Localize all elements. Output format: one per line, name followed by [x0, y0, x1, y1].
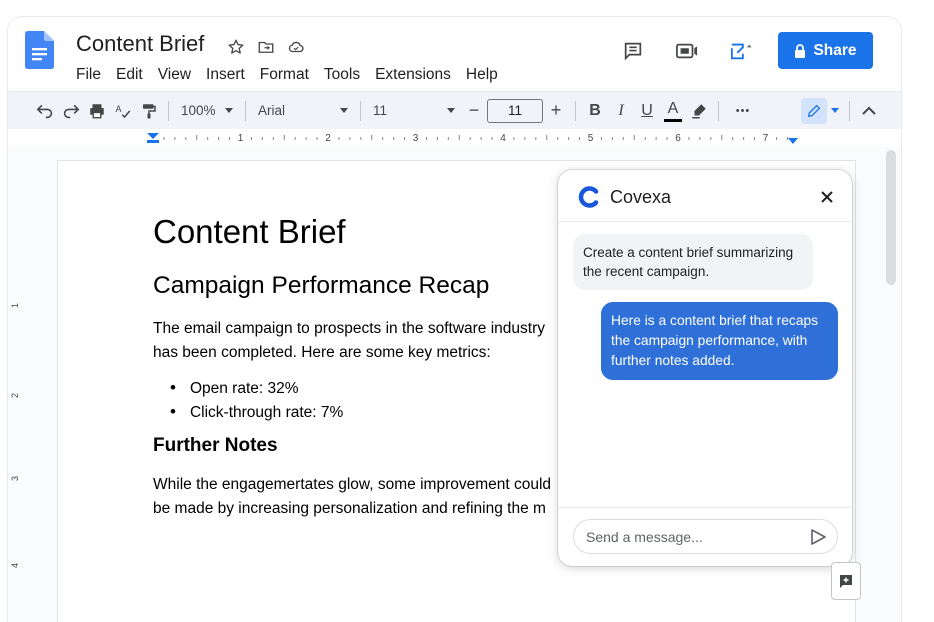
move-folder-icon[interactable] [255, 36, 277, 58]
star-icon[interactable] [225, 36, 247, 58]
chevron-down-icon [225, 108, 233, 113]
ruler-number: 3 [413, 133, 419, 144]
vertical-ruler[interactable]: 2 3 4 1 [8, 147, 26, 622]
decrease-font-size-button[interactable]: − [461, 98, 487, 124]
assistant-message: Here is a content brief that recaps the … [601, 302, 838, 380]
app-header: Content Brief File Edit View Insert Form… [8, 17, 901, 91]
menu-file[interactable]: File [76, 66, 101, 84]
font-size-input[interactable]: 11 [487, 98, 543, 123]
send-icon[interactable] [809, 528, 827, 546]
document-title[interactable]: Content Brief [76, 31, 204, 57]
add-comment-icon [840, 575, 852, 588]
menu-extensions[interactable]: Extensions [375, 66, 451, 84]
editing-mode-icon[interactable] [801, 97, 827, 124]
toolbar-divider [575, 100, 576, 121]
svg-text:2: 2 [10, 393, 20, 398]
svg-text:1: 1 [10, 303, 20, 308]
comment-history-icon[interactable] [616, 34, 650, 68]
menu-view[interactable]: View [158, 66, 191, 84]
add-comment-button[interactable] [831, 562, 861, 600]
list-item: Open rate: 32% [170, 376, 343, 400]
mode-switch-icon[interactable] [724, 34, 758, 68]
share-button[interactable]: Share [778, 32, 873, 69]
zoom-select[interactable]: 100% [175, 98, 239, 124]
toolbar-divider [168, 100, 169, 121]
ruler-number: 1 [238, 133, 244, 144]
undo-icon[interactable] [32, 98, 58, 124]
horizontal-ruler[interactable]: 1 2 3 4 5 6 7 [8, 129, 901, 147]
font-value: Arial [258, 103, 286, 118]
menu-tools[interactable]: Tools [324, 66, 360, 84]
italic-button[interactable]: I [608, 98, 634, 124]
style-size-value: 11 [373, 103, 388, 118]
chevron-down-icon [340, 108, 348, 113]
increase-font-size-button[interactable]: + [543, 98, 569, 124]
chat-title: Covexa [610, 187, 672, 207]
chat-composer: Send a message... [558, 507, 852, 566]
ruler-number: 4 [500, 133, 506, 144]
ruler-number: 6 [675, 133, 681, 144]
doc-paragraph-line: While the engagemertates glow, some impr… [153, 476, 552, 493]
docs-logo-icon[interactable] [25, 31, 54, 69]
title-actions [225, 36, 307, 58]
collapse-menus-icon[interactable] [856, 98, 882, 124]
underline-button[interactable]: U [634, 98, 660, 124]
toolbar-divider [360, 100, 361, 121]
font-select[interactable]: Arial [252, 98, 354, 124]
more-options-button[interactable]: ••• [725, 98, 761, 124]
svg-text:3: 3 [10, 476, 20, 481]
doc-paragraph-line: be made by increasing personalization an… [153, 500, 546, 517]
paint-format-icon[interactable] [136, 98, 162, 124]
ruler-number: 7 [763, 133, 769, 144]
style-size-select[interactable]: 11 [367, 98, 461, 124]
svg-text:A: A [116, 103, 122, 113]
ruler-ticks: 1 2 3 4 5 6 7 [147, 133, 798, 144]
chevron-down-icon [447, 108, 455, 113]
list-item: Click-through rate: 7% [170, 400, 343, 424]
menu-bar: File Edit View Insert Format Tools Exten… [76, 66, 513, 84]
vertical-scrollbar[interactable] [886, 150, 896, 285]
menu-edit[interactable]: Edit [116, 66, 143, 84]
covexa-logo-icon [578, 186, 599, 208]
doc-paragraph-notes: While the engagemertates glow, some impr… [153, 473, 573, 521]
meet-present-icon[interactable] [670, 34, 704, 68]
close-icon[interactable] [816, 186, 838, 208]
message-placeholder: Send a message... [586, 528, 703, 545]
ruler-number: 2 [325, 133, 331, 144]
covexa-chat-panel: Covexa Create a content brief summarizin… [558, 170, 852, 566]
highlight-pen-icon[interactable] [686, 98, 712, 124]
print-icon[interactable] [84, 98, 110, 124]
formatting-toolbar: A 100% Arial 11 − 11 + B I U A ••• [8, 91, 901, 129]
doc-heading-title: Content Brief [153, 213, 346, 250]
doc-heading-notes: Further Notes [153, 435, 278, 456]
lock-icon [795, 43, 806, 58]
cloud-status-icon[interactable] [285, 36, 307, 58]
menu-help[interactable]: Help [466, 66, 498, 84]
chevron-down-icon[interactable] [827, 98, 843, 124]
share-label: Share [813, 41, 857, 59]
doc-paragraph-intro: The email campaign to prospects in the s… [153, 320, 545, 361]
bold-button[interactable]: B [582, 98, 608, 124]
toolbar-divider [849, 100, 850, 121]
message-input[interactable]: Send a message... [573, 519, 838, 554]
chat-header: Covexa [558, 170, 852, 222]
zoom-value: 100% [181, 103, 216, 118]
menu-format[interactable]: Format [260, 66, 309, 84]
doc-metrics-list: Open rate: 32% Click-through rate: 7% [170, 376, 343, 424]
doc-heading-campaign: Campaign Performance Recap [153, 272, 490, 299]
redo-icon[interactable] [58, 98, 84, 124]
toolbar-divider [718, 100, 719, 121]
toolbar-divider [245, 100, 246, 121]
svg-text:4: 4 [10, 563, 20, 568]
user-message: Create a content brief summarizing the r… [573, 234, 813, 290]
header-actions: Share [616, 32, 873, 69]
ruler-number: 5 [588, 133, 594, 144]
text-color-button[interactable]: A [664, 100, 682, 122]
spellcheck-icon[interactable]: A [110, 98, 136, 124]
menu-insert[interactable]: Insert [206, 66, 245, 84]
